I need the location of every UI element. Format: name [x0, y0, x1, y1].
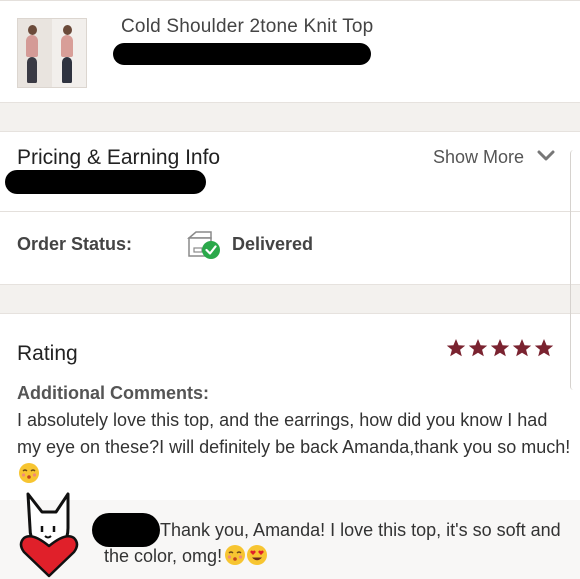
kissing-face-emoji-icon — [19, 463, 39, 483]
seller-reply-text-block: Thank you, Amanda! I love this top, it's… — [104, 517, 574, 569]
divider — [0, 211, 580, 212]
box-check-icon — [187, 231, 220, 259]
star-icon — [468, 339, 488, 357]
buyer-comment-text: I absolutely love this top, and the earr… — [17, 410, 571, 457]
order-status-value: Delivered — [232, 234, 314, 254]
rating-stars — [446, 338, 554, 358]
product-title[interactable]: Cold Shoulder 2tone Knit Top — [121, 16, 373, 38]
product-row[interactable]: Cold Shoulder 2tone Knit Top — [0, 0, 580, 103]
kissing-face-emoji-icon — [225, 545, 246, 565]
additional-comments-label: Additional Comments: — [17, 383, 209, 403]
order-status-label: Order Status: — [17, 234, 133, 254]
rating-section-title: Rating — [17, 342, 78, 365]
star-icon — [534, 339, 554, 357]
scrollbar[interactable] — [570, 150, 577, 390]
heart-eyes-emoji-icon — [247, 545, 268, 565]
chevron-down-icon[interactable] — [537, 149, 555, 163]
redaction-mark — [5, 170, 206, 194]
star-icon — [446, 339, 466, 357]
section-separator — [0, 284, 580, 314]
seller-reply-text: Thank you, Amanda! I love this top, it's… — [104, 520, 561, 566]
cat-with-heart-sticker — [19, 492, 79, 578]
buyer-comment: I absolutely love this top, and the earr… — [17, 407, 572, 488]
section-separator — [0, 102, 580, 132]
pricing-section-title: Pricing & Earning Info — [17, 146, 221, 169]
order-detail-page: Cold Shoulder 2tone Knit Top Pricing & E… — [0, 0, 580, 579]
star-icon — [490, 339, 510, 357]
product-thumbnail[interactable] — [17, 18, 87, 88]
redaction-mark — [113, 43, 371, 65]
star-icon — [512, 339, 532, 357]
show-more-button[interactable]: Show More — [433, 147, 524, 168]
